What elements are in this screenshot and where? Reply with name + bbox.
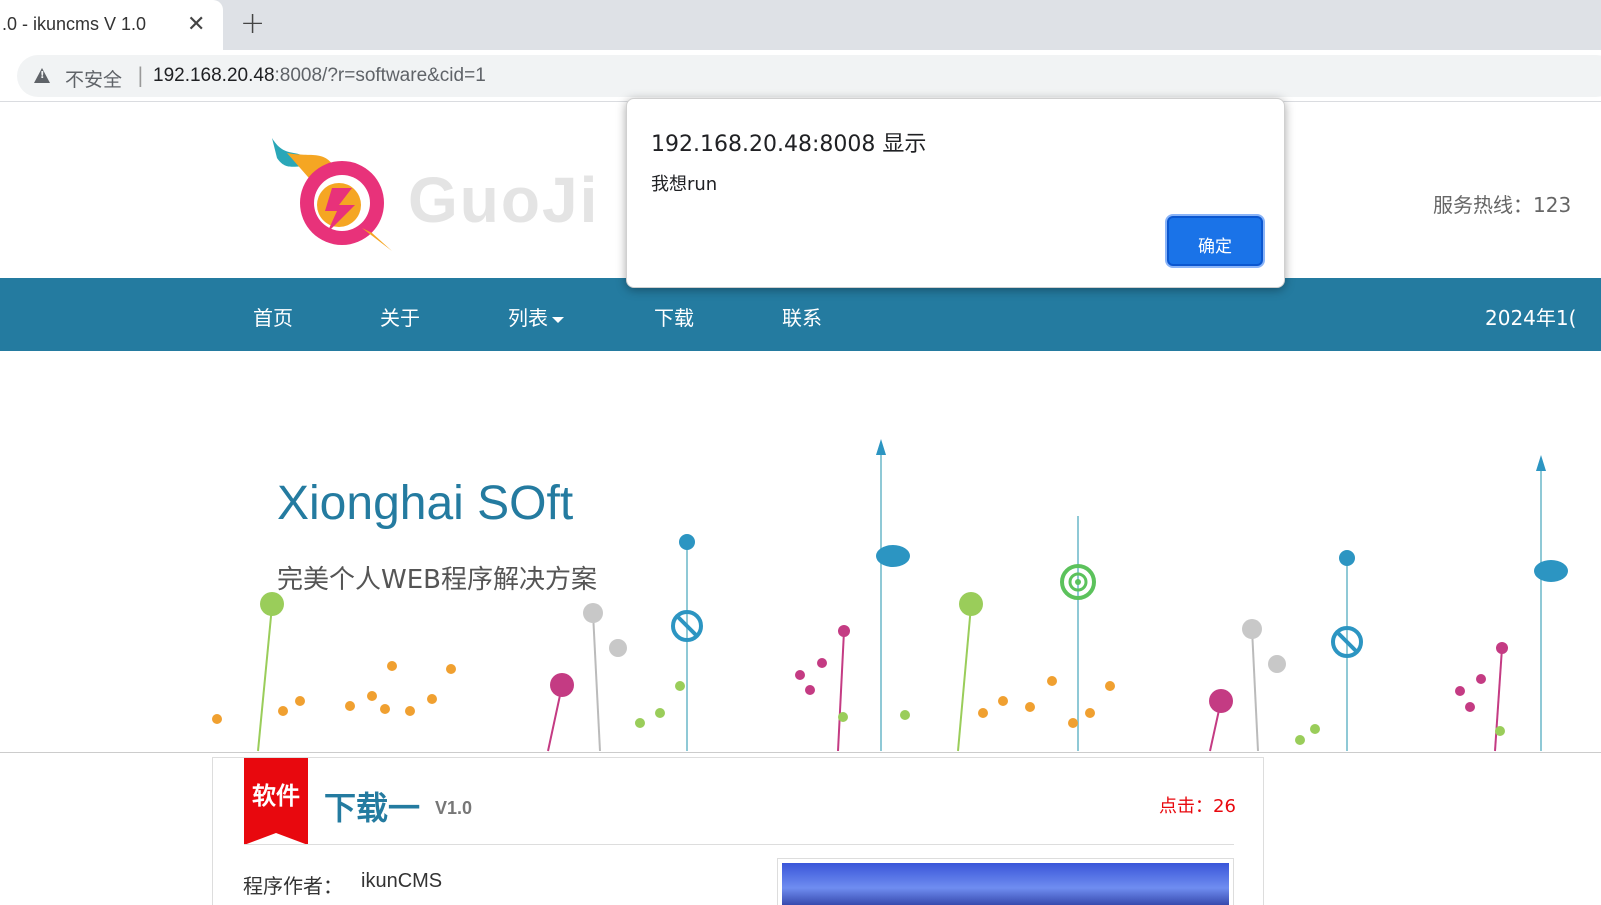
main-nav: 首页 关于 列表 下载 联系 2024年1(	[0, 278, 1601, 351]
address-bar-row: 不安全 | 192.168.20.48:8008/?r=software&cid…	[0, 50, 1601, 102]
nav-item-download[interactable]: 下载	[654, 302, 694, 331]
software-version: V1.0	[435, 798, 473, 818]
flower-illustration	[212, 439, 1568, 752]
logo-icon[interactable]	[267, 133, 397, 253]
caret-down-icon	[552, 316, 564, 323]
tab-title: .0 - ikuncms V 1.0	[2, 14, 147, 34]
plus-icon[interactable]: +	[240, 6, 265, 41]
nav-item-home[interactable]: 首页	[253, 302, 293, 331]
browser-tabbar: .0 - ikuncms V 1.0 ✕ +	[0, 0, 1601, 50]
close-icon[interactable]: ✕	[187, 12, 205, 37]
click-count: 点击：26	[1159, 796, 1236, 817]
service-hotline: 服务热线：123	[1433, 193, 1572, 217]
ribbon-label: 软件	[252, 782, 300, 810]
nav-item-list[interactable]: 列表	[508, 302, 564, 331]
divider	[244, 844, 1234, 845]
dialog-title: 192.168.20.48:8008 显示	[651, 132, 927, 157]
author-value: ikunCMS	[361, 870, 443, 892]
banner-title: Xionghai SOft	[277, 477, 574, 530]
nav-item-contact[interactable]: 联系	[782, 302, 822, 331]
ok-button-label: 确定	[1198, 237, 1232, 257]
browser-tab[interactable]: .0 - ikuncms V 1.0 ✕	[0, 0, 223, 50]
dialog-message: 我想run	[651, 174, 718, 195]
software-card: 软件 下载一 V1.0 点击：26 程序作者： ikunCMS	[212, 757, 1264, 905]
logo-text: GuoJi	[408, 164, 600, 236]
alert-dialog: 192.168.20.48:8008 显示 我想run 确定	[626, 98, 1285, 288]
insecure-label[interactable]: 不安全	[65, 65, 122, 92]
url-path: :8008/?r=software&cid=1	[274, 65, 486, 86]
url-host: 192.168.20.48	[153, 65, 275, 86]
ok-button[interactable]: 确定	[1167, 216, 1263, 266]
separator: |	[137, 63, 144, 87]
divider	[0, 752, 1601, 753]
banner-subtitle: 完美个人WEB程序解决方案	[277, 565, 597, 595]
nav-item-list-label: 列表	[508, 306, 548, 330]
nav-date: 2024年1(	[1485, 306, 1577, 330]
category-ribbon: 软件	[244, 758, 308, 845]
warning-icon[interactable]	[34, 68, 50, 83]
software-thumbnail[interactable]	[777, 858, 1234, 905]
thumbnail-image	[782, 863, 1229, 905]
hero-banner: Xionghai SOft 完美个人WEB程序解决方案	[0, 351, 1601, 753]
author-label: 程序作者：	[243, 874, 343, 898]
software-title: 下载一	[324, 789, 421, 827]
url-text[interactable]: 192.168.20.48:8008/?r=software&cid=1	[153, 65, 486, 87]
address-bar[interactable]: 不安全 | 192.168.20.48:8008/?r=software&cid…	[17, 55, 1601, 97]
nav-item-about[interactable]: 关于	[380, 302, 420, 331]
